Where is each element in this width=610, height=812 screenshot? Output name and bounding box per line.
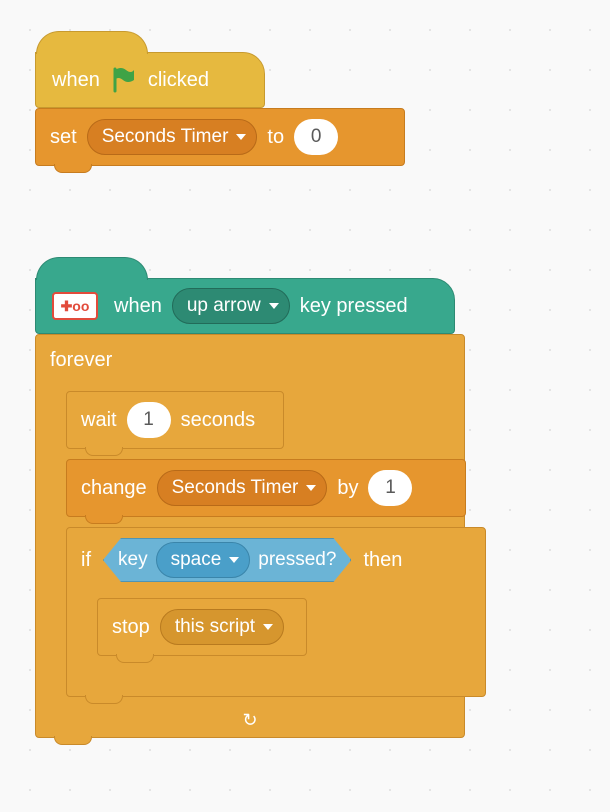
to-label: to: [267, 126, 284, 149]
by-label: by: [337, 477, 358, 500]
key-label: key: [118, 549, 148, 571]
change-value-input[interactable]: 1: [368, 470, 412, 506]
variable-dropdown[interactable]: Seconds Timer: [87, 119, 258, 155]
hat-text-suffix: clicked: [148, 69, 209, 92]
value-input[interactable]: 0: [294, 119, 338, 155]
forever-label: forever: [50, 349, 112, 372]
seconds-label: seconds: [181, 409, 256, 432]
pressed-label: pressed?: [258, 549, 336, 571]
change-label: change: [81, 477, 147, 500]
stop-label: stop: [112, 616, 150, 639]
forever-block[interactable]: forever wait 1 seconds change Seconds Ti…: [35, 334, 465, 738]
script-2: ✚oo when up arrow key pressed forever wa…: [35, 278, 610, 738]
wait-value-input[interactable]: 1: [127, 402, 171, 438]
variable-dropdown[interactable]: Seconds Timer: [157, 470, 328, 506]
if-label: if: [81, 549, 91, 572]
script-1: when clicked set Seconds Timer to 0: [35, 52, 610, 166]
set-label: set: [50, 126, 77, 149]
set-variable-block[interactable]: set Seconds Timer to 0: [35, 108, 405, 166]
key-dropdown[interactable]: space: [156, 542, 251, 578]
then-label: then: [363, 549, 402, 572]
stop-block[interactable]: stop this script: [97, 598, 307, 656]
green-flag-icon: [110, 66, 138, 94]
when-flag-clicked-hat[interactable]: when clicked: [35, 52, 265, 108]
change-variable-block[interactable]: change Seconds Timer by 1: [66, 459, 466, 517]
hat-text-prefix: when: [114, 295, 162, 318]
if-block[interactable]: if key space pressed? then stop this scr…: [66, 527, 486, 697]
key-pressed-boolean[interactable]: key space pressed?: [103, 538, 351, 582]
makey-makey-icon: ✚oo: [52, 292, 98, 320]
hat-text-suffix: key pressed: [300, 295, 408, 318]
stop-option-dropdown[interactable]: this script: [160, 609, 284, 645]
wait-label: wait: [81, 409, 117, 432]
wait-block[interactable]: wait 1 seconds: [66, 391, 284, 449]
when-key-pressed-hat[interactable]: ✚oo when up arrow key pressed: [35, 278, 455, 334]
key-dropdown[interactable]: up arrow: [172, 288, 290, 324]
loop-arrow-icon: ↻: [242, 710, 257, 731]
hat-text-prefix: when: [52, 69, 100, 92]
